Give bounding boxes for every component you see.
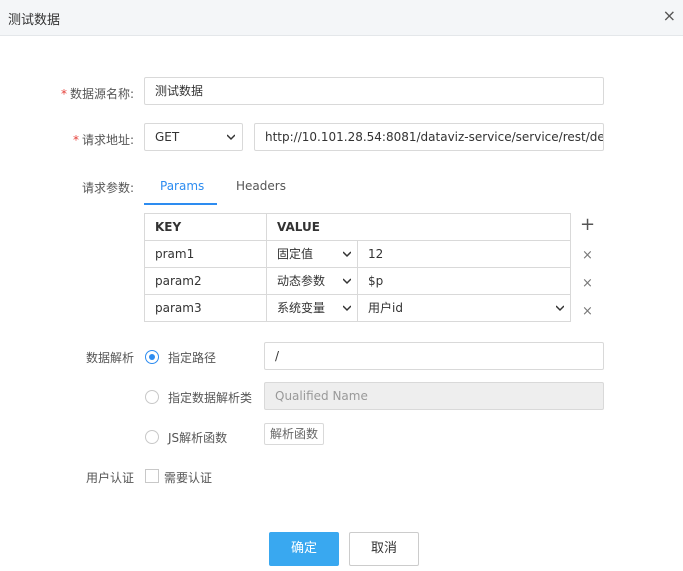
add-param-icon[interactable]: + (580, 215, 595, 235)
param-type-select[interactable]: 动态参数 (266, 267, 358, 295)
remove-row-icon[interactable]: × (582, 304, 593, 319)
chevron-down-icon (343, 305, 351, 312)
column-header-key: KEY (144, 213, 267, 241)
auth-checkbox-label: 需要认证 (164, 471, 213, 485)
params-label: 请求参数: (81, 181, 134, 195)
param-type-select[interactable]: 固定值 (266, 240, 358, 268)
close-icon[interactable]: × (663, 7, 676, 25)
radio-parser-class-label: 指定数据解析类 (168, 391, 253, 405)
radio-parser-class[interactable] (145, 390, 159, 404)
param-value-cell[interactable]: $p (357, 267, 571, 295)
param-key-cell[interactable]: pram1 (144, 240, 267, 268)
params-table: KEY VALUE pram1 固定值 12 param2 动态参数 $p pa… (144, 213, 571, 322)
radio-js-function[interactable] (145, 430, 159, 444)
dialog-title: 测试数据 (8, 13, 61, 28)
param-key-cell[interactable]: param2 (144, 267, 267, 295)
confirm-button[interactable]: 确定 (269, 532, 339, 566)
column-header-value: VALUE (266, 213, 571, 241)
auth-label: 用户认证 (85, 471, 134, 485)
table-row: pram1 固定值 12 (144, 240, 571, 268)
chevron-down-icon (343, 251, 351, 258)
table-header-row: KEY VALUE (144, 213, 571, 241)
method-select[interactable]: GET (144, 123, 243, 151)
remove-row-icon[interactable]: × (582, 248, 593, 263)
param-type-select[interactable]: 系统变量 (266, 294, 358, 322)
parse-label: 数据解析 (85, 351, 134, 365)
table-row: param3 系统变量 用户id (144, 294, 571, 322)
method-value: GET (155, 130, 180, 144)
radio-path[interactable] (145, 350, 159, 364)
parse-function-button[interactable]: 解析函数 (264, 423, 325, 445)
chevron-down-icon (227, 134, 235, 141)
auth-checkbox[interactable] (145, 469, 159, 483)
dialog-titlebar: 测试数据 × (0, 0, 683, 36)
url-input[interactable]: http://10.101.28.54:8081/dataviz-service… (254, 123, 604, 151)
path-input[interactable]: / (264, 342, 604, 370)
radio-js-function-label: JS解析函数 (168, 431, 228, 445)
url-label: * 请求地址: (72, 133, 134, 147)
param-value-select[interactable]: 用户id (357, 294, 571, 322)
param-value-cell[interactable]: 12 (357, 240, 571, 268)
name-input[interactable]: 测试数据 (144, 77, 604, 105)
param-key-cell[interactable]: param3 (144, 294, 267, 322)
remove-row-icon[interactable]: × (582, 276, 593, 291)
cancel-button[interactable]: 取消 (349, 532, 419, 566)
chevron-down-icon (343, 278, 351, 285)
name-label: * 数据源名称: (60, 87, 134, 101)
tab-headers[interactable]: Headers (220, 170, 302, 205)
table-row: param2 动态参数 $p (144, 267, 571, 295)
chevron-down-icon (556, 305, 564, 312)
qualified-name-input[interactable]: Qualified Name (264, 382, 604, 410)
radio-path-label: 指定路径 (168, 351, 217, 365)
tab-params[interactable]: Params (144, 170, 217, 205)
